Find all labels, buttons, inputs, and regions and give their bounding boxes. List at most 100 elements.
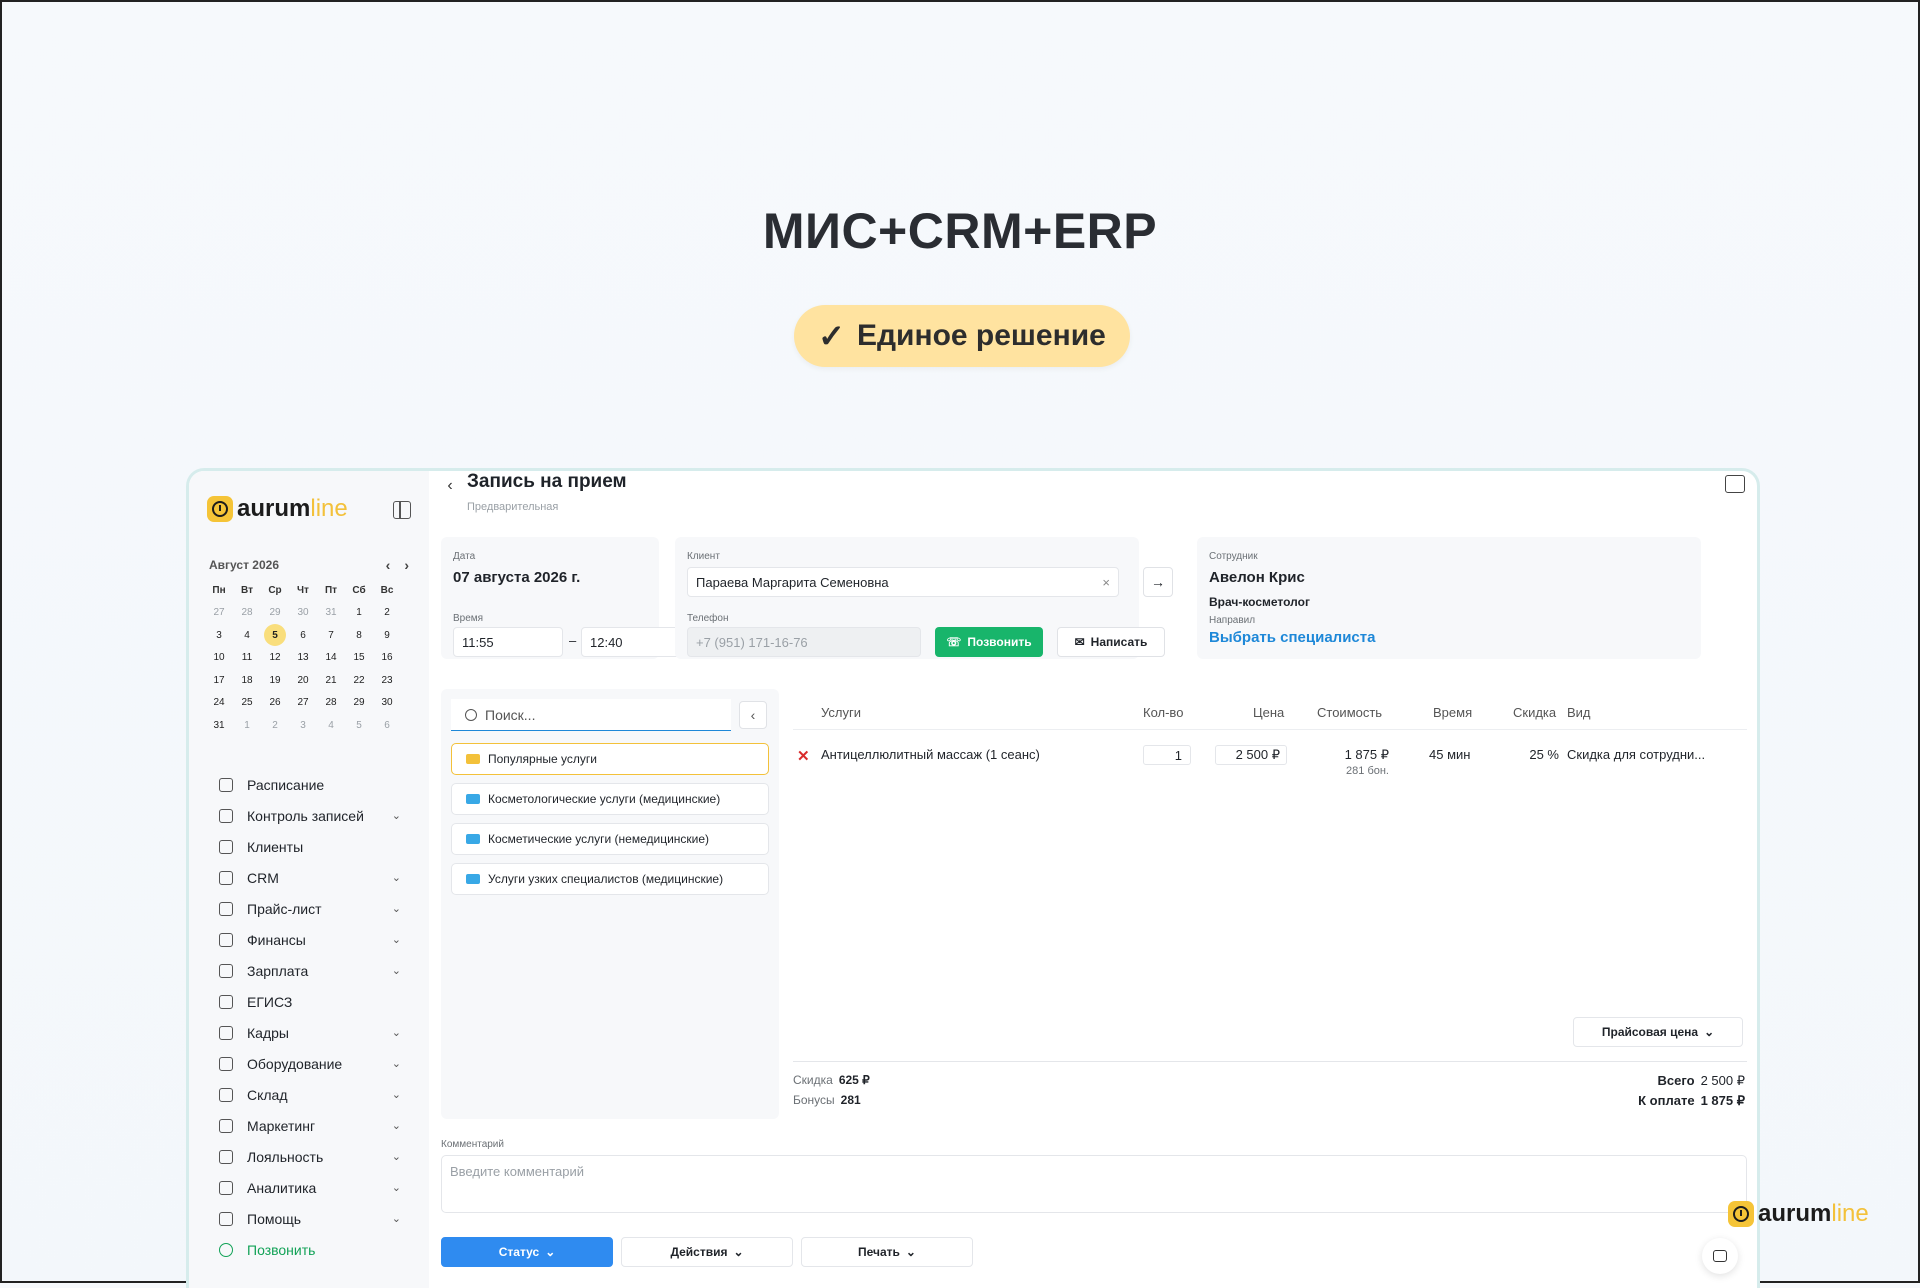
- calendar-day[interactable]: 30: [373, 692, 401, 715]
- print-button[interactable]: Печать ⌄: [801, 1237, 973, 1267]
- calendar-day[interactable]: 28: [233, 602, 261, 625]
- prev-month-icon[interactable]: ‹: [386, 557, 391, 573]
- card-settings-icon[interactable]: [1725, 475, 1745, 493]
- sidebar-item[interactable]: Лояльность ⌄: [189, 1141, 429, 1172]
- calendar-day[interactable]: 11: [233, 647, 261, 670]
- service-category[interactable]: Косметические услуги (немедицинские): [451, 823, 769, 855]
- sidebar-item[interactable]: Финансы ⌄: [189, 924, 429, 955]
- calendar-day[interactable]: 22: [345, 669, 373, 692]
- sidebar-item[interactable]: Клиенты: [189, 831, 429, 862]
- calendar-day[interactable]: 19: [261, 669, 289, 692]
- row-kind[interactable]: Скидка для сотрудни...: [1567, 747, 1705, 762]
- calendar-day[interactable]: 24: [205, 692, 233, 715]
- weekday-header: Сб: [352, 584, 366, 596]
- weekday-header: Вс: [380, 584, 394, 596]
- calendar-day[interactable]: 5: [345, 714, 373, 737]
- calendar-day[interactable]: 6: [373, 714, 401, 737]
- call-button[interactable]: ☏ Позвонить: [935, 627, 1043, 657]
- remove-row-icon[interactable]: ✕: [797, 747, 810, 765]
- chevron-down-icon: ⌄: [733, 1245, 744, 1259]
- calendar-day[interactable]: 14: [317, 647, 345, 670]
- calendar-day[interactable]: 21: [317, 669, 345, 692]
- back-icon[interactable]: ‹: [439, 475, 461, 497]
- actions-button[interactable]: Действия ⌄: [621, 1237, 793, 1267]
- nav-icon: [219, 901, 233, 916]
- service-category-label: Услуги узких специалистов (медицинские): [488, 872, 724, 886]
- calendar-day[interactable]: 12: [261, 647, 289, 670]
- calendar-day[interactable]: 30: [289, 602, 317, 625]
- calendar-day[interactable]: 29: [345, 692, 373, 715]
- nav-icon: [219, 1056, 233, 1071]
- sidebar-item[interactable]: CRM ⌄: [189, 862, 429, 893]
- calendar-day[interactable]: 31: [317, 602, 345, 625]
- status-button[interactable]: Статус ⌄: [441, 1237, 613, 1267]
- calendar-day[interactable]: 31: [205, 714, 233, 737]
- calendar-day[interactable]: 17: [205, 669, 233, 692]
- calendar-day[interactable]: 5: [261, 624, 289, 647]
- phone-input[interactable]: +7 (951) 171-16-76: [687, 627, 921, 657]
- choose-specialist-link[interactable]: Выбрать специалиста: [1209, 629, 1375, 646]
- calendar-day[interactable]: 15: [345, 647, 373, 670]
- calendar-day[interactable]: 6: [289, 624, 317, 647]
- calendar-day[interactable]: 29: [261, 602, 289, 625]
- discount-total: Скидка 625 ₽: [793, 1073, 870, 1087]
- sidebar-item[interactable]: Оборудование ⌄: [189, 1048, 429, 1079]
- calendar-day[interactable]: 1: [345, 602, 373, 625]
- client-input[interactable]: Параева Маргарита Семеновна ×: [687, 567, 1119, 597]
- calendar-day[interactable]: 7: [317, 624, 345, 647]
- calendar-day[interactable]: 27: [289, 692, 317, 715]
- calendar-day[interactable]: 10: [205, 647, 233, 670]
- collapse-panel-icon[interactable]: ‹: [739, 701, 767, 729]
- row-price-input[interactable]: 2 500 ₽: [1215, 745, 1287, 765]
- sidebar-item[interactable]: Помощь ⌄: [189, 1203, 429, 1234]
- sidebar-item[interactable]: Контроль записей ⌄: [189, 800, 429, 831]
- next-month-icon[interactable]: ›: [404, 557, 409, 573]
- open-client-arrow-icon[interactable]: →: [1143, 567, 1173, 597]
- chat-icon[interactable]: [1702, 1238, 1738, 1274]
- write-button[interactable]: ✉ Написать: [1057, 627, 1165, 657]
- comment-field[interactable]: Введите комментарий: [441, 1155, 1747, 1213]
- sidebar-item[interactable]: Зарплата ⌄: [189, 955, 429, 986]
- sidebar-item[interactable]: Аналитика ⌄: [189, 1172, 429, 1203]
- chevron-down-icon: ⌄: [905, 1245, 916, 1259]
- calendar-day[interactable]: 4: [233, 624, 261, 647]
- calendar-day[interactable]: 27: [205, 602, 233, 625]
- time-from-input[interactable]: 11:55: [453, 627, 563, 657]
- service-search-input[interactable]: Поиск...: [451, 699, 731, 731]
- service-category[interactable]: Услуги узких специалистов (медицинские): [451, 863, 769, 895]
- sidebar-item[interactable]: Склад ⌄: [189, 1079, 429, 1110]
- calendar-day[interactable]: 2: [261, 714, 289, 737]
- logo[interactable]: aurum line: [207, 495, 348, 523]
- weekday-header: Ср: [268, 584, 282, 596]
- calendar-day[interactable]: 3: [205, 624, 233, 647]
- sidebar-item[interactable]: Прайс-лист ⌄: [189, 893, 429, 924]
- calendar-day[interactable]: 2: [373, 602, 401, 625]
- calendar-day[interactable]: 20: [289, 669, 317, 692]
- service-category[interactable]: Популярные услуги: [451, 743, 769, 775]
- sidebar-collapse-icon[interactable]: [393, 501, 411, 519]
- sidebar-item[interactable]: Маркетинг ⌄: [189, 1110, 429, 1141]
- calendar-day[interactable]: 3: [289, 714, 317, 737]
- calendar-day[interactable]: 26: [261, 692, 289, 715]
- calendar-day[interactable]: 23: [373, 669, 401, 692]
- row-qty-input[interactable]: 1: [1143, 745, 1191, 765]
- sidebar-item[interactable]: ЕГИСЗ: [189, 986, 429, 1017]
- calendar-day[interactable]: 18: [233, 669, 261, 692]
- calendar-day[interactable]: 16: [373, 647, 401, 670]
- calendar-day[interactable]: 13: [289, 647, 317, 670]
- calendar-day[interactable]: 25: [233, 692, 261, 715]
- service-category[interactable]: Косметологические услуги (медицинские): [451, 783, 769, 815]
- calendar-day[interactable]: 8: [345, 624, 373, 647]
- sidebar-item[interactable]: Кадры ⌄: [189, 1017, 429, 1048]
- sidebar-item[interactable]: Расписание: [189, 769, 429, 800]
- date-value[interactable]: 07 августа 2026 г.: [453, 569, 580, 586]
- calendar-day[interactable]: 9: [373, 624, 401, 647]
- price-mode-select[interactable]: Прайсовая цена ⌄: [1573, 1017, 1743, 1047]
- sidebar-item[interactable]: Позвонить: [189, 1234, 429, 1265]
- clear-icon[interactable]: ×: [1102, 575, 1110, 590]
- calendar-day[interactable]: 4: [317, 714, 345, 737]
- calendar-day[interactable]: 1: [233, 714, 261, 737]
- nav-icon: [219, 1180, 233, 1195]
- calendar-day[interactable]: 28: [317, 692, 345, 715]
- sidebar-item-label: Зарплата: [247, 962, 309, 979]
